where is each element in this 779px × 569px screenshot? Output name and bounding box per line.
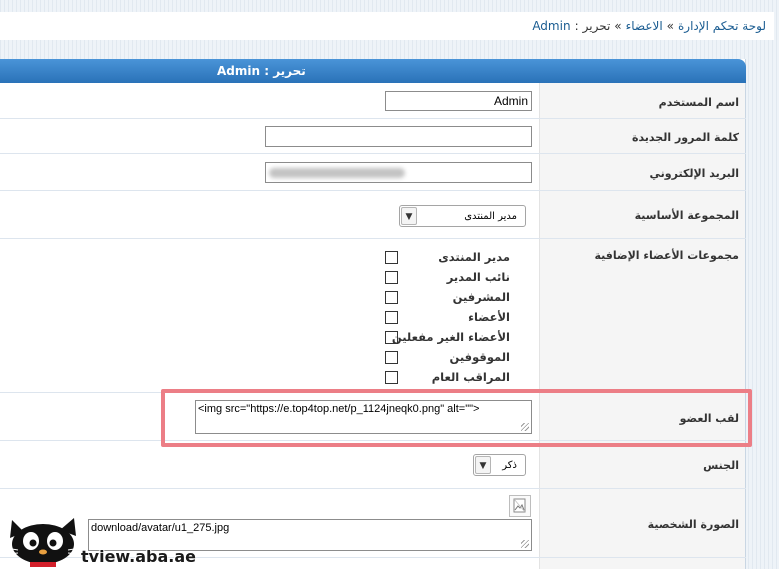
checkbox[interactable] <box>385 371 398 384</box>
main-group-select[interactable]: ▼ مدير المنتدى <box>399 205 526 227</box>
checkbox[interactable] <box>385 311 398 324</box>
breadcrumb-separator: » <box>666 19 675 33</box>
checkbox[interactable] <box>385 251 398 264</box>
group-checkbox-item[interactable]: مدير المنتدى <box>385 248 529 268</box>
group-checkbox-label: المشرفين <box>452 290 510 304</box>
row-divider <box>0 488 746 489</box>
new-password-input[interactable] <box>265 126 532 147</box>
breadcrumb-separator: » <box>614 19 622 33</box>
gender-label: الجنس <box>703 459 739 472</box>
email-label: البريد الإلكتروني <box>649 167 739 180</box>
chevron-down-icon: ▼ <box>475 456 491 474</box>
avatar-label: الصورة الشخصية <box>647 518 739 531</box>
panel-header: تحرير : Admin <box>0 59 746 83</box>
row-divider <box>0 118 746 119</box>
breadcrumb-edit-label: تحرير <box>582 19 611 33</box>
breadcrumb: لوحة تحكم الإدارة»الاعضاء»تحرير:Admin <box>0 12 774 40</box>
row-divider <box>0 190 746 191</box>
group-checkbox-label: الأعضاء الغير مفعلين <box>391 330 510 344</box>
avatar-path-value: download/avatar/u1_275.jpg <box>91 522 230 534</box>
group-checkbox-item[interactable]: الأعضاء <box>385 308 529 328</box>
username-input[interactable]: Admin <box>385 91 532 111</box>
breadcrumb-members-link[interactable]: الاعضاء <box>626 19 663 33</box>
black-cat-icon <box>4 514 82 569</box>
resize-grip-icon[interactable] <box>521 540 529 548</box>
gender-select[interactable]: ▼ ذكر <box>473 454 526 476</box>
group-checkbox-label: المراقب العام <box>431 370 510 384</box>
image-placeholder-icon[interactable] <box>509 495 531 517</box>
checkbox[interactable] <box>385 291 398 304</box>
group-checkbox-item[interactable]: الأعضاء الغير مفعلين <box>385 328 529 348</box>
group-checkbox-item[interactable]: المشرفين <box>385 288 529 308</box>
group-checkbox-item[interactable]: الموقوفين <box>385 348 529 368</box>
extra-groups-label: مجموعات الأعضاء الإضافية <box>594 249 739 262</box>
checkbox[interactable] <box>385 351 398 364</box>
highlight-box <box>161 389 752 447</box>
gender-value: ذكر <box>502 460 517 471</box>
group-checkbox-item[interactable]: نائب المدير <box>385 268 529 288</box>
main-group-label: المجموعة الأساسية <box>634 209 739 222</box>
row-divider <box>0 153 746 154</box>
checkbox[interactable] <box>385 271 398 284</box>
email-redacted <box>269 168 405 178</box>
breadcrumb-user-link[interactable]: Admin <box>532 19 570 33</box>
group-checkbox-item[interactable]: المراقب العام <box>385 368 529 388</box>
group-checkbox-label: نائب المدير <box>446 270 510 284</box>
email-input[interactable] <box>265 162 532 183</box>
chevron-down-icon: ▼ <box>401 207 417 225</box>
username-value: Admin <box>493 94 528 108</box>
breadcrumb-home-link[interactable]: لوحة تحكم الإدارة <box>678 19 766 33</box>
label-column <box>539 83 745 569</box>
group-checkbox-label: الأعضاء <box>468 310 510 324</box>
row-divider <box>0 238 746 239</box>
new-password-label: كلمة المرور الجديدة <box>631 131 739 144</box>
breadcrumb-colon: : <box>574 19 579 33</box>
group-checkbox-label: مدير المنتدى <box>438 250 510 264</box>
watermark-text: tview.aba.ae <box>81 547 197 566</box>
main-group-value: مدير المنتدى <box>464 211 517 222</box>
panel-title: تحرير : Admin <box>217 64 306 78</box>
group-checkbox-label: الموقوفين <box>449 350 511 364</box>
username-label: اسم المستخدم <box>658 96 739 109</box>
